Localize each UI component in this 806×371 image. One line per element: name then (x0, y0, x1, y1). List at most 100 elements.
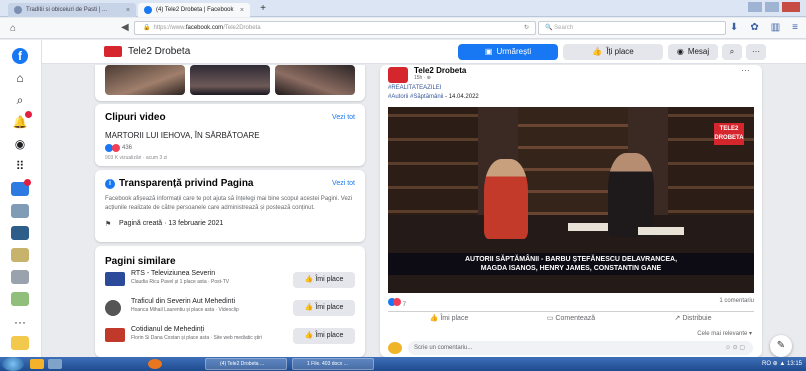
message-button[interactable]: ◉ Mesaj (668, 44, 718, 60)
notification-badge (25, 111, 32, 118)
post-text: #REALITATEAZILEI #Autorii #Săptămânii - … (388, 84, 479, 102)
close-tab-icon[interactable]: × (240, 7, 244, 14)
comment-button[interactable]: ▭ Comentează (510, 312, 632, 325)
comment-input[interactable]: Scrie un comentariu... ☺ ⊙ ▢ (408, 341, 753, 355)
page-title: Tele2 Drobeta (128, 46, 191, 57)
apps-grid-icon[interactable]: ⠿ (10, 158, 30, 174)
post-card: Tele2 Drobeta 15h · ⊕ ··· #REALITATEAZIL… (380, 65, 762, 357)
comment-sort-dropdown[interactable]: Cele mai relevante ▾ (697, 330, 752, 337)
similar-page-name[interactable]: Cotidianul de Mehedinți (131, 326, 204, 333)
more-shortcuts-icon[interactable]: ··· (10, 314, 30, 330)
download-icon[interactable]: ⬇ (730, 22, 738, 33)
shortcut-thumbnail[interactable] (11, 204, 29, 218)
extension-icon[interactable]: ✿ (750, 22, 758, 33)
videos-card: Clipuri video Vezi tot MARTORII LUI IEHO… (95, 104, 365, 166)
home-icon[interactable]: ⌂ (10, 23, 16, 34)
video-reactions[interactable]: 436 (105, 144, 132, 152)
comment-count[interactable]: 1 comentariu (719, 298, 754, 304)
like-similar-page-button[interactable]: 👍 Îmi place (293, 272, 355, 288)
minimize-button[interactable] (748, 2, 762, 12)
notifications-bell-icon[interactable]: 🔔 (10, 111, 32, 130)
similar-page-name[interactable]: RTS - Televiziunea Severin (131, 270, 215, 277)
url-bar[interactable]: 🔒 https://www.facebook.com/Tele2Drobeta ↻ (134, 21, 536, 35)
photo-thumbnail[interactable] (105, 65, 185, 95)
photo-thumbnail[interactable] (190, 65, 270, 95)
browser-search-input[interactable]: 🔍 Search (538, 21, 726, 35)
shortcut-thumbnail[interactable] (11, 270, 29, 284)
reload-icon[interactable]: ↻ (524, 22, 529, 34)
taskbar-task-firefox[interactable]: (4) Tele2 Drobeta ... (205, 358, 287, 370)
app-icon[interactable] (48, 359, 62, 369)
post-reaction-count[interactable]: 7 (403, 302, 406, 308)
shortcut-thumbnail[interactable] (11, 179, 31, 196)
menu-icon[interactable]: ≡ (792, 22, 798, 33)
windows-taskbar: (4) Tele2 Drobeta ... 1 File. 403 docx .… (0, 357, 806, 371)
similar-page-logo[interactable] (105, 272, 125, 286)
facebook-logo-icon[interactable]: f (12, 48, 28, 64)
post-options-icon[interactable]: ··· (741, 65, 750, 75)
hashtag-link[interactable]: #Autorii #Săptămânii (388, 94, 443, 100)
like-label: Îmi place (315, 276, 344, 283)
similar-pages-card: Pagini similare RTS - Televiziunea Sever… (95, 246, 365, 357)
messenger-icon[interactable]: ◉ (10, 136, 30, 152)
reaction-count: 436 (122, 145, 133, 151)
videos-see-all-link[interactable]: Vezi tot (332, 114, 355, 121)
lock-icon: 🔒 (143, 25, 151, 31)
books-decor (568, 223, 608, 231)
like-page-button[interactable]: 👍 Îți place (563, 44, 663, 60)
maximize-button[interactable] (765, 2, 779, 12)
browser-tab-facebook[interactable]: (4) Tele2 Drobeta | Facebook × (138, 3, 250, 17)
similar-pages-title: Pagini similare (105, 256, 176, 267)
start-button[interactable] (2, 357, 24, 371)
post-timestamp[interactable]: 15h · ⊕ (414, 75, 431, 81)
transparency-see-all-link[interactable]: Vezi tot (332, 180, 355, 187)
shortcut-thumbnail[interactable] (11, 292, 29, 306)
photo-thumbnail[interactable] (275, 65, 355, 95)
similar-page-subtitle: Florin Si Dana Costan și place asta · Si… (131, 335, 262, 341)
transparency-title: Transparență privind Pagina (119, 178, 254, 189)
guest-figure (608, 153, 654, 237)
similar-page-item: RTS - Televiziunea Severin Claudia Ricu … (105, 270, 355, 296)
back-arrow-icon[interactable]: ◀ (121, 22, 129, 33)
similar-page-name[interactable]: Traficul din Severin Aut Mehedinti (131, 298, 235, 305)
similar-page-logo[interactable] (105, 300, 121, 316)
post-actions: 👍 Îmi place ▭ Comentează ↗ Distribuie (388, 311, 754, 325)
search-icon[interactable]: ⌕ (10, 92, 30, 108)
system-tray[interactable]: RO ⊕ ▲ 13:15 (762, 358, 802, 370)
similar-page-logo[interactable] (105, 328, 125, 342)
browser-tab-traditii[interactable]: Traditii si obiceiuri de Pasti | ... × (8, 3, 136, 17)
like-similar-page-button[interactable]: 👍 Îmi place (293, 300, 355, 316)
new-tab-button[interactable]: + (256, 3, 270, 15)
explorer-icon[interactable] (30, 359, 44, 369)
close-window-button[interactable] (782, 2, 800, 12)
flag-icon: ⚑ (105, 221, 112, 228)
comment-placeholder: Scrie un comentariu... (414, 345, 473, 351)
post-video[interactable]: TELE2 DROBETA AUTORII SĂPTĂMÂNII - BARBU … (388, 107, 754, 293)
page-header: Tele2 Drobeta ▣ Urmărești 👍 Îți place ◉ Mes… (42, 40, 806, 64)
comment-tools-icons[interactable]: ☺ ⊙ ▢ (725, 341, 745, 355)
post-author-avatar[interactable] (388, 67, 408, 83)
window-controls (748, 2, 800, 12)
post-author-name[interactable]: Tele2 Drobeta (414, 66, 466, 75)
new-message-button[interactable]: ✎ (770, 335, 792, 357)
tele2-video-logo: TELE2 DROBETA (714, 123, 744, 145)
shortcut-thumbnail[interactable] (11, 226, 29, 240)
taskbar-task-word[interactable]: 1 File. 403 docx ... (292, 358, 374, 370)
more-options-button[interactable]: ··· (746, 44, 766, 60)
shortcut-thumbnail[interactable] (11, 336, 29, 350)
home-nav-icon[interactable]: ⌂ (10, 70, 30, 86)
firefox-icon[interactable] (148, 359, 162, 369)
shortcut-thumbnail[interactable] (11, 248, 29, 262)
share-button[interactable]: ↗ Distribuie (632, 312, 754, 325)
close-tab-icon[interactable]: × (126, 7, 130, 14)
hashtag-link[interactable]: #REALITATEAZILEI (388, 84, 479, 93)
tab-favicon-icon (14, 6, 22, 14)
library-icon[interactable]: ▥ (771, 22, 780, 33)
caption-line: MAGDA ISANOS, HENRY JAMES, CONSTANTIN GA… (480, 265, 662, 272)
like-similar-page-button[interactable]: 👍 Îmi place (293, 328, 355, 344)
notification-badge (24, 179, 31, 186)
video-title-link[interactable]: MARTORII LUI IEHOVA, ÎN SĂRBĂTOARE (105, 131, 260, 140)
follow-button[interactable]: ▣ Urmărești (458, 44, 558, 60)
page-search-button[interactable]: ⌕ (722, 44, 742, 60)
like-post-button[interactable]: 👍 Îmi place (388, 312, 510, 325)
